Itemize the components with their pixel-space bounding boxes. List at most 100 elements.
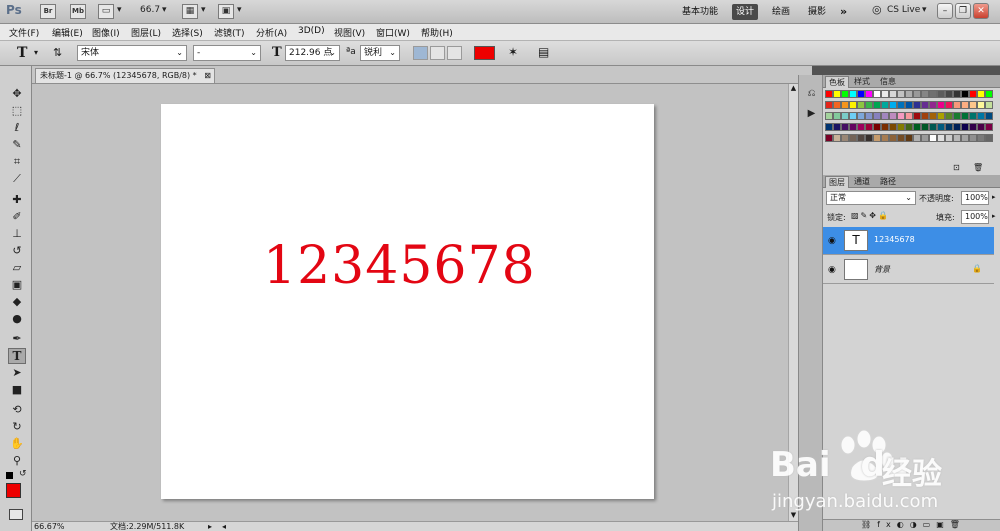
color-swatch[interactable] xyxy=(825,112,833,120)
color-swatch[interactable] xyxy=(913,112,921,120)
color-swatch[interactable] xyxy=(945,112,953,120)
clone-stamp-tool-icon[interactable]: ⊥ xyxy=(8,226,26,242)
color-swatch[interactable] xyxy=(873,90,881,98)
color-swatch[interactable] xyxy=(961,134,969,142)
menu-file[interactable]: 文件(F) xyxy=(9,26,39,39)
color-swatch[interactable] xyxy=(865,112,873,120)
menu-edit[interactable]: 编辑(E) xyxy=(52,26,83,39)
color-swatch[interactable] xyxy=(849,123,857,131)
rectangle-tool-icon[interactable]: ■ xyxy=(8,382,26,398)
new-swatch-icon[interactable]: ⊡ xyxy=(953,163,960,172)
fill-arrow-icon[interactable]: ▸ xyxy=(992,212,996,220)
color-swatch[interactable] xyxy=(913,134,921,142)
color-swatch[interactable] xyxy=(929,134,937,142)
path-selection-tool-icon[interactable]: ➤ xyxy=(8,365,26,381)
canvas[interactable]: 12345678 xyxy=(161,104,654,499)
color-swatch[interactable] xyxy=(921,101,929,109)
color-swatch[interactable] xyxy=(961,123,969,131)
hand-tool-icon[interactable]: ✋ xyxy=(8,436,26,452)
color-swatch[interactable] xyxy=(857,101,865,109)
tab-paths[interactable]: 路径 xyxy=(877,176,899,188)
color-swatch[interactable] xyxy=(945,134,953,142)
color-swatch[interactable] xyxy=(881,134,889,142)
color-swatch[interactable] xyxy=(945,101,953,109)
close-button[interactable]: ✕ xyxy=(973,3,989,19)
menu-3d[interactable]: 3D(D) xyxy=(298,26,325,36)
status-menu-arrow-icon[interactable]: ▸ xyxy=(208,522,212,531)
dropdown-arrow-icon[interactable]: ▾ xyxy=(201,5,206,15)
pen-tool-icon[interactable]: ✒ xyxy=(8,331,26,347)
healing-brush-tool-icon[interactable]: ✚ xyxy=(8,192,26,208)
color-swatch[interactable] xyxy=(969,112,977,120)
tab-styles[interactable]: 样式 xyxy=(851,76,873,88)
color-swatch[interactable] xyxy=(873,101,881,109)
color-swatch[interactable] xyxy=(905,101,913,109)
color-swatch[interactable] xyxy=(865,123,873,131)
screen-mode-button[interactable]: ▣ xyxy=(218,4,234,19)
color-swatch[interactable] xyxy=(833,123,841,131)
color-swatch[interactable] xyxy=(825,123,833,131)
color-swatch[interactable] xyxy=(849,90,857,98)
workspace-essentials[interactable]: 基本功能 xyxy=(678,4,722,20)
dodge-tool-icon[interactable]: ● xyxy=(8,311,26,327)
color-swatch[interactable] xyxy=(969,90,977,98)
color-swatch[interactable] xyxy=(889,101,897,109)
history-panel-icon[interactable]: ⎌ xyxy=(805,87,818,100)
close-tab-icon[interactable]: ⊠ xyxy=(204,69,211,82)
menu-image[interactable]: 图像(I) xyxy=(92,26,120,39)
color-swatch[interactable] xyxy=(841,101,849,109)
align-center-button[interactable] xyxy=(430,46,445,60)
color-swatch[interactable] xyxy=(865,101,873,109)
tab-swatches[interactable]: 色板 xyxy=(825,76,849,88)
align-left-button[interactable] xyxy=(413,46,428,60)
color-swatch[interactable] xyxy=(985,123,993,131)
color-swatch[interactable] xyxy=(889,90,897,98)
tab-channels[interactable]: 通道 xyxy=(851,176,873,188)
visibility-eye-icon[interactable]: ◉ xyxy=(828,265,836,275)
dropdown-arrow-icon[interactable]: ▾ xyxy=(162,5,167,15)
color-swatch[interactable] xyxy=(945,123,953,131)
delete-swatch-icon[interactable]: 🗑 xyxy=(973,163,983,172)
color-swatch[interactable] xyxy=(937,101,945,109)
color-swatch[interactable] xyxy=(873,112,881,120)
color-swatch[interactable] xyxy=(937,123,945,131)
color-swatch[interactable] xyxy=(913,101,921,109)
color-swatch[interactable] xyxy=(977,90,985,98)
status-zoom[interactable]: 66.67% xyxy=(34,522,65,531)
color-swatch[interactable] xyxy=(961,90,969,98)
color-swatch[interactable] xyxy=(857,134,865,142)
menu-analysis[interactable]: 分析(A) xyxy=(256,26,287,39)
eraser-tool-icon[interactable]: ▱ xyxy=(8,260,26,276)
font-size-select[interactable]: 212.96 点 ⌄ xyxy=(285,45,340,61)
zoom-level-select[interactable]: 66.7 xyxy=(140,5,160,15)
cs-live-button[interactable]: CS Live xyxy=(887,5,920,15)
color-swatch[interactable] xyxy=(833,90,841,98)
color-swatch[interactable] xyxy=(985,90,993,98)
dropdown-arrow-icon[interactable]: ▾ xyxy=(237,5,242,15)
color-swatch[interactable] xyxy=(985,134,993,142)
type-tool-icon[interactable]: T xyxy=(8,348,26,364)
visibility-eye-icon[interactable]: ◉ xyxy=(828,236,836,246)
workspace-design[interactable]: 设计 xyxy=(732,4,759,20)
color-swatch[interactable] xyxy=(937,90,945,98)
3d-orbit-tool-icon[interactable]: ↻ xyxy=(8,419,26,435)
scroll-up-icon[interactable]: ▲ xyxy=(789,84,798,94)
color-swatch[interactable] xyxy=(913,90,921,98)
color-swatch[interactable] xyxy=(937,134,945,142)
color-swatch[interactable] xyxy=(857,90,865,98)
dropdown-arrow-icon[interactable]: ▾ xyxy=(34,48,38,57)
foreground-color-swatch[interactable] xyxy=(6,483,21,498)
font-style-select[interactable]: - ⌄ xyxy=(193,45,261,61)
layer-row[interactable]: ◉ 背景 🔒 xyxy=(823,256,994,284)
menu-window[interactable]: 窗口(W) xyxy=(376,26,410,39)
zoom-tool-icon[interactable]: ⚲ xyxy=(8,453,26,469)
color-swatch[interactable] xyxy=(929,123,937,131)
color-swatch[interactable] xyxy=(969,134,977,142)
color-swatch[interactable] xyxy=(825,101,833,109)
color-swatch[interactable] xyxy=(889,123,897,131)
color-swatch[interactable] xyxy=(897,112,905,120)
opacity-arrow-icon[interactable]: ▸ xyxy=(992,193,996,201)
color-swatch[interactable] xyxy=(929,101,937,109)
color-swatch[interactable] xyxy=(977,134,985,142)
canvas-text-layer[interactable]: 12345678 xyxy=(263,236,536,296)
